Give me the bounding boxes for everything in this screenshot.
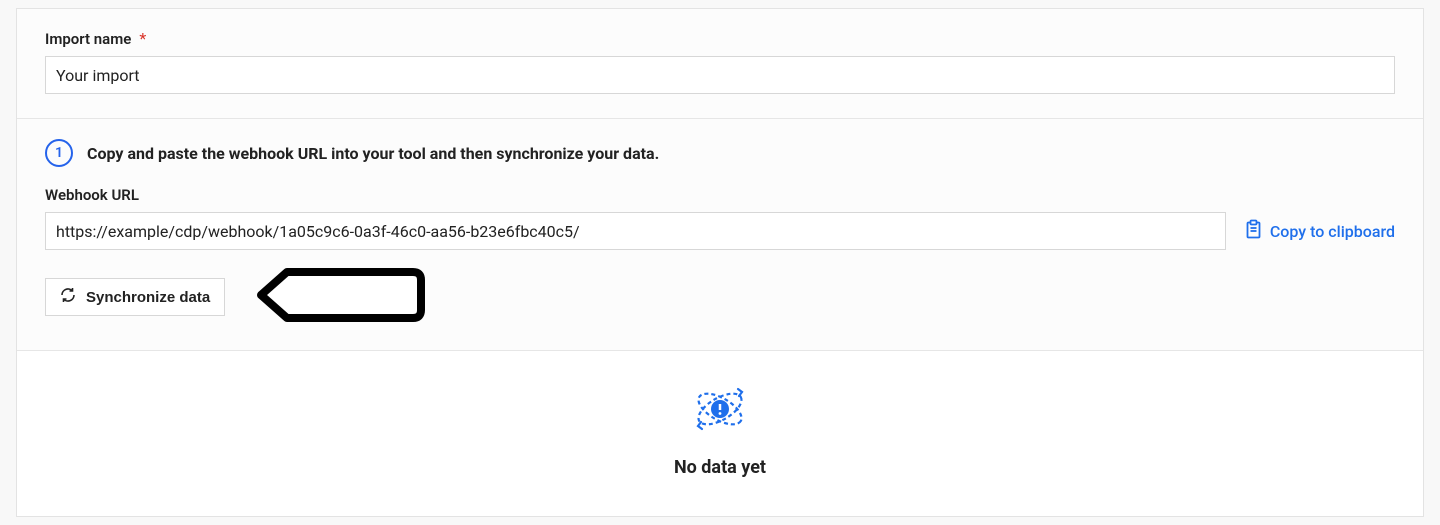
copy-to-clipboard-button[interactable]: Copy to clipboard [1244,219,1395,243]
webhook-url-input[interactable] [45,212,1226,250]
step-number-badge: 1 [45,139,73,167]
clipboard-icon [1244,219,1262,243]
empty-state: No data yet [17,350,1423,516]
required-asterisk: * [139,29,146,48]
highlight-arrow-annotation [255,268,425,326]
copy-to-clipboard-label: Copy to clipboard [1270,222,1395,241]
atom-alert-icon [17,379,1423,443]
import-name-section: Import name * [17,9,1423,118]
webhook-section: 1 Copy and paste the webhook URL into yo… [17,119,1423,350]
step-header: 1 Copy and paste the webhook URL into yo… [45,139,1395,167]
empty-state-title: No data yet [17,457,1423,478]
step-number: 1 [55,145,63,161]
import-name-input[interactable] [45,56,1395,94]
synchronize-data-label: Synchronize data [86,289,210,306]
refresh-icon [60,287,76,307]
step-title: Copy and paste the webhook URL into your… [87,144,659,163]
synchronize-data-button[interactable]: Synchronize data [45,278,225,316]
import-name-label: Import name [45,30,131,48]
webhook-url-label: Webhook URL [45,186,139,204]
